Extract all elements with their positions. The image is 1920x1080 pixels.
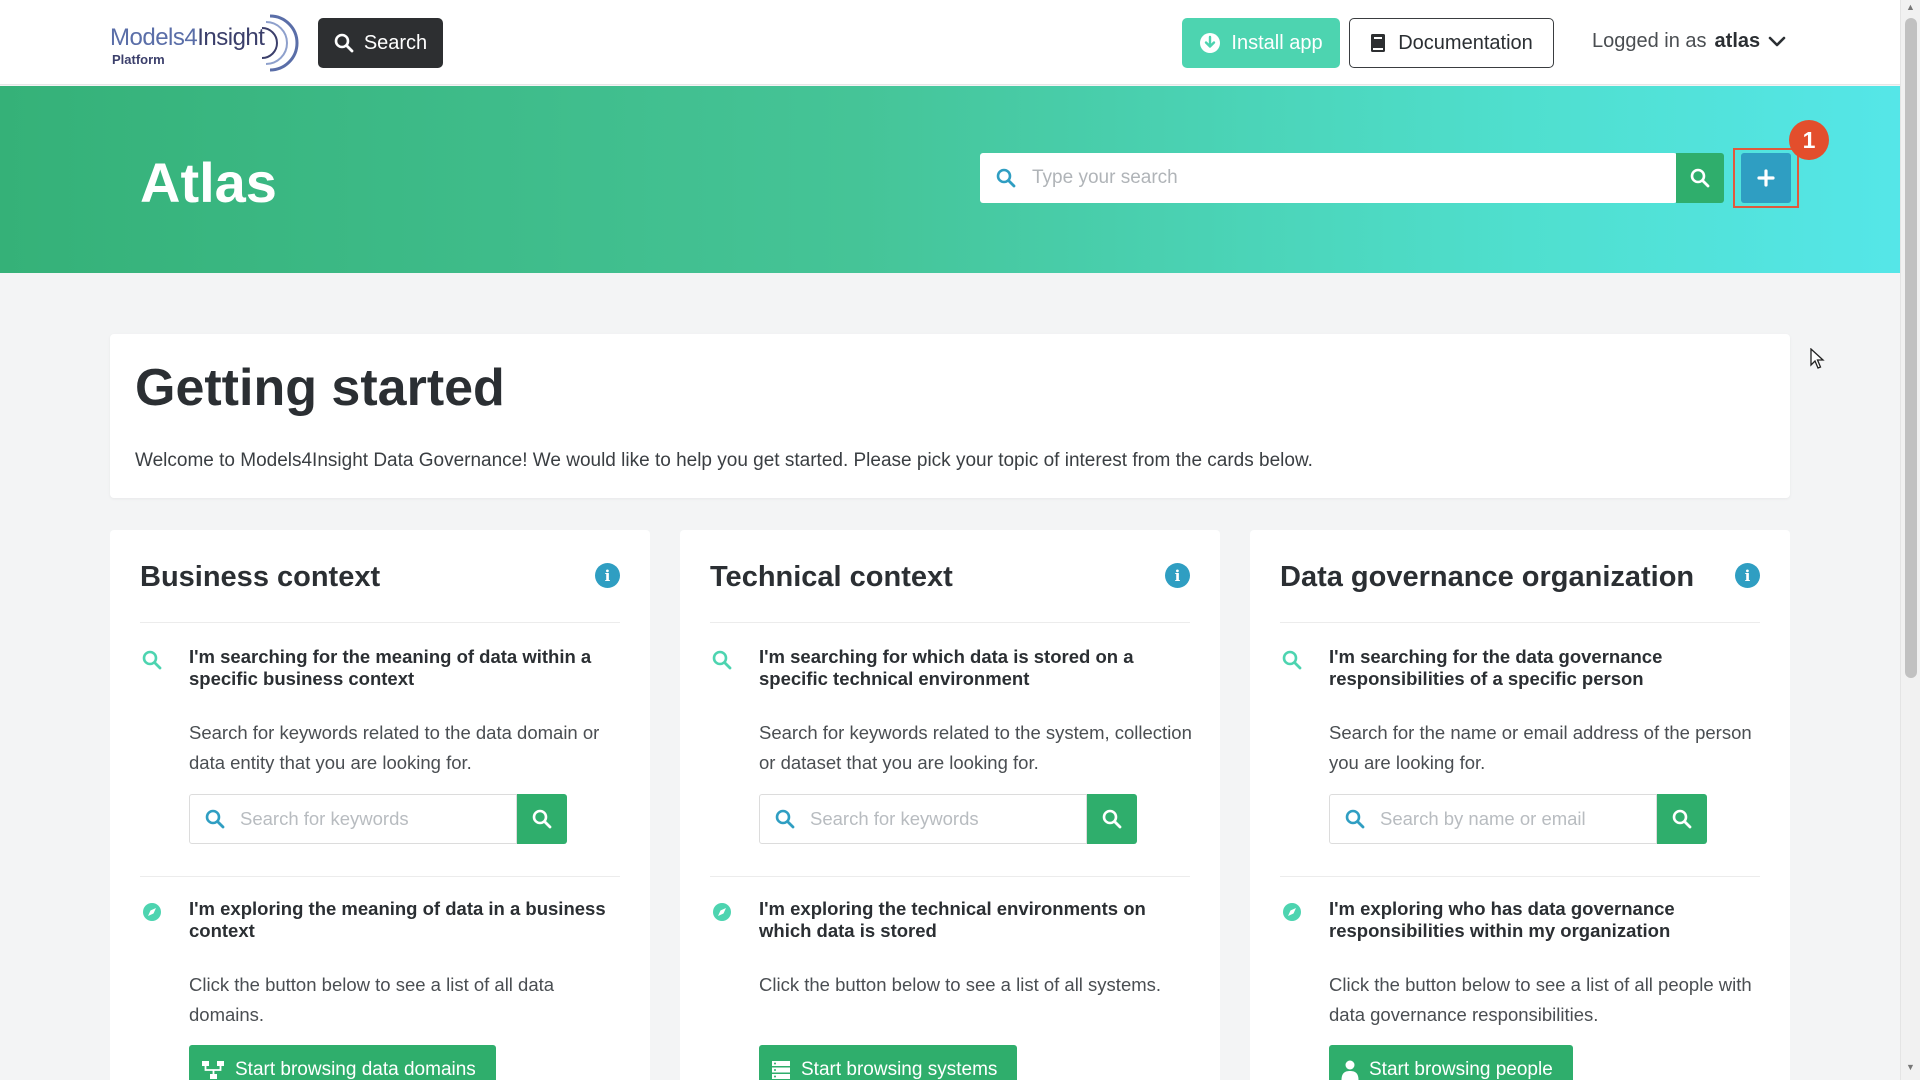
keyword-search-button[interactable] [1087, 794, 1137, 844]
scrollbar-thumb[interactable] [1905, 18, 1917, 678]
add-button-highlight [1733, 148, 1799, 208]
browse-data-domains-button[interactable]: Start browsing data domains [189, 1045, 496, 1080]
logo-swirl-icon [261, 14, 299, 72]
keyword-search-input[interactable]: Search for keywords [189, 794, 517, 844]
getting-started-card: Getting started Welcome to Models4Insigh… [110, 334, 1790, 498]
divider [710, 876, 1190, 877]
divider [140, 622, 620, 623]
browse-label: Start browsing data domains [235, 1059, 476, 1080]
explore-section-text: Click the button below to see a list of … [759, 974, 1162, 995]
hero-search-placeholder: Type your search [1032, 167, 1178, 188]
username: atlas [1714, 30, 1761, 52]
info-icon[interactable]: i [595, 563, 620, 588]
search-section-text: Search for the name or email address of … [1329, 722, 1752, 773]
hero-search-button[interactable] [1676, 153, 1724, 203]
browse-systems-button[interactable]: Start browsing systems [759, 1045, 1018, 1080]
explore-section-text: Click the button below to see a list of … [1329, 974, 1752, 1025]
explore-section-heading: I'm exploring the technical environments… [759, 898, 1146, 941]
person-search-input[interactable]: Search by name or email [1329, 794, 1657, 844]
scroll-up-arrow-icon[interactable]: ▲ [1906, 2, 1915, 12]
search-section-heading: I'm searching for which data is stored o… [759, 646, 1134, 689]
info-icon[interactable]: i [1165, 563, 1190, 588]
person-search-placeholder: Search by name or email [1380, 808, 1586, 829]
info-icon[interactable]: i [1735, 563, 1760, 588]
top-navbar: Models4Insight Platform Search Install a… [0, 0, 1900, 85]
book-icon [1371, 34, 1386, 52]
search-section-text: Search for keywords related to the syste… [759, 722, 1192, 773]
divider [140, 876, 620, 877]
documentation-button[interactable]: Documentation [1349, 18, 1554, 68]
hero-search-input[interactable]: Type your search [980, 153, 1677, 203]
nav-search-button[interactable]: Search [318, 18, 443, 68]
search-icon [140, 648, 164, 672]
server-icon [772, 1061, 790, 1079]
explore-section-heading: I'm exploring who has data governance re… [1329, 898, 1675, 941]
search-section-heading: I'm searching for the data governance re… [1329, 646, 1663, 689]
search-icon [334, 33, 354, 53]
search-icon [996, 168, 1016, 188]
compass-icon [710, 900, 734, 924]
search-icon [1690, 168, 1710, 188]
card-title: Data governance organization [1280, 561, 1695, 593]
models4insight-logo[interactable]: Models4Insight Platform [110, 10, 299, 76]
hero-banner: Atlas Type your search [0, 86, 1900, 273]
search-icon [1280, 648, 1304, 672]
card-title: Business context [140, 561, 381, 593]
search-icon [1345, 809, 1365, 829]
install-app-button[interactable]: Install app [1182, 18, 1340, 68]
keyword-search-placeholder: Search for keywords [240, 808, 409, 829]
plus-icon [1757, 169, 1775, 187]
search-icon [205, 809, 225, 829]
user-prefix: Logged in as [1592, 30, 1707, 52]
install-app-label: Install app [1231, 31, 1323, 54]
nav-search-label: Search [363, 31, 428, 54]
search-section-text: Search for keywords related to the data … [189, 722, 600, 773]
getting-started-text: Welcome to Models4Insight Data Governanc… [135, 450, 1313, 471]
browse-people-button[interactable]: Start browsing people [1329, 1045, 1573, 1080]
explore-section-heading: I'm exploring the meaning of data in a b… [189, 898, 606, 941]
keyword-search-button[interactable] [517, 794, 567, 844]
browse-label: Start browsing people [1369, 1059, 1553, 1080]
search-icon [775, 809, 795, 829]
sitemap-icon [202, 1061, 224, 1079]
page-title: Atlas [140, 151, 277, 214]
search-icon [710, 648, 734, 672]
business-context-card: Business context i I'm searching for the… [110, 530, 650, 1080]
compass-icon [140, 900, 164, 924]
browse-label: Start browsing systems [801, 1059, 998, 1080]
compass-icon [1280, 900, 1304, 924]
divider [710, 622, 1190, 623]
user-menu-dropdown[interactable]: Logged in as atlas [1592, 30, 1786, 53]
search-section-heading: I'm searching for the meaning of data wi… [189, 646, 592, 689]
logo-subtitle: Platform [112, 52, 165, 67]
divider [1280, 622, 1760, 623]
explore-section-text: Click the button below to see a list of … [189, 974, 555, 1025]
search-icon [1672, 809, 1692, 829]
download-circle-icon [1200, 33, 1221, 53]
keyword-search-placeholder: Search for keywords [810, 808, 979, 829]
documentation-label: Documentation [1398, 31, 1533, 54]
search-icon [532, 809, 552, 829]
card-title: Technical context [710, 561, 953, 593]
add-button[interactable] [1741, 153, 1791, 203]
search-icon [1102, 809, 1122, 829]
data-governance-card: Data governance organization i I'm searc… [1250, 530, 1790, 1080]
user-icon [1341, 1060, 1359, 1080]
keyword-search-input[interactable]: Search for keywords [759, 794, 1087, 844]
mouse-cursor-icon [1810, 348, 1825, 369]
technical-context-card: Technical context i I'm searching for wh… [680, 530, 1220, 1080]
getting-started-title: Getting started [135, 359, 505, 417]
page-scrollbar[interactable]: ▲ ▼ [1900, 0, 1920, 1080]
scroll-down-arrow-icon[interactable]: ▼ [1906, 1062, 1915, 1072]
chevron-down-icon [1768, 36, 1786, 46]
step-badge: 1 [1789, 120, 1829, 160]
divider [1280, 876, 1760, 877]
person-search-button[interactable] [1657, 794, 1707, 844]
